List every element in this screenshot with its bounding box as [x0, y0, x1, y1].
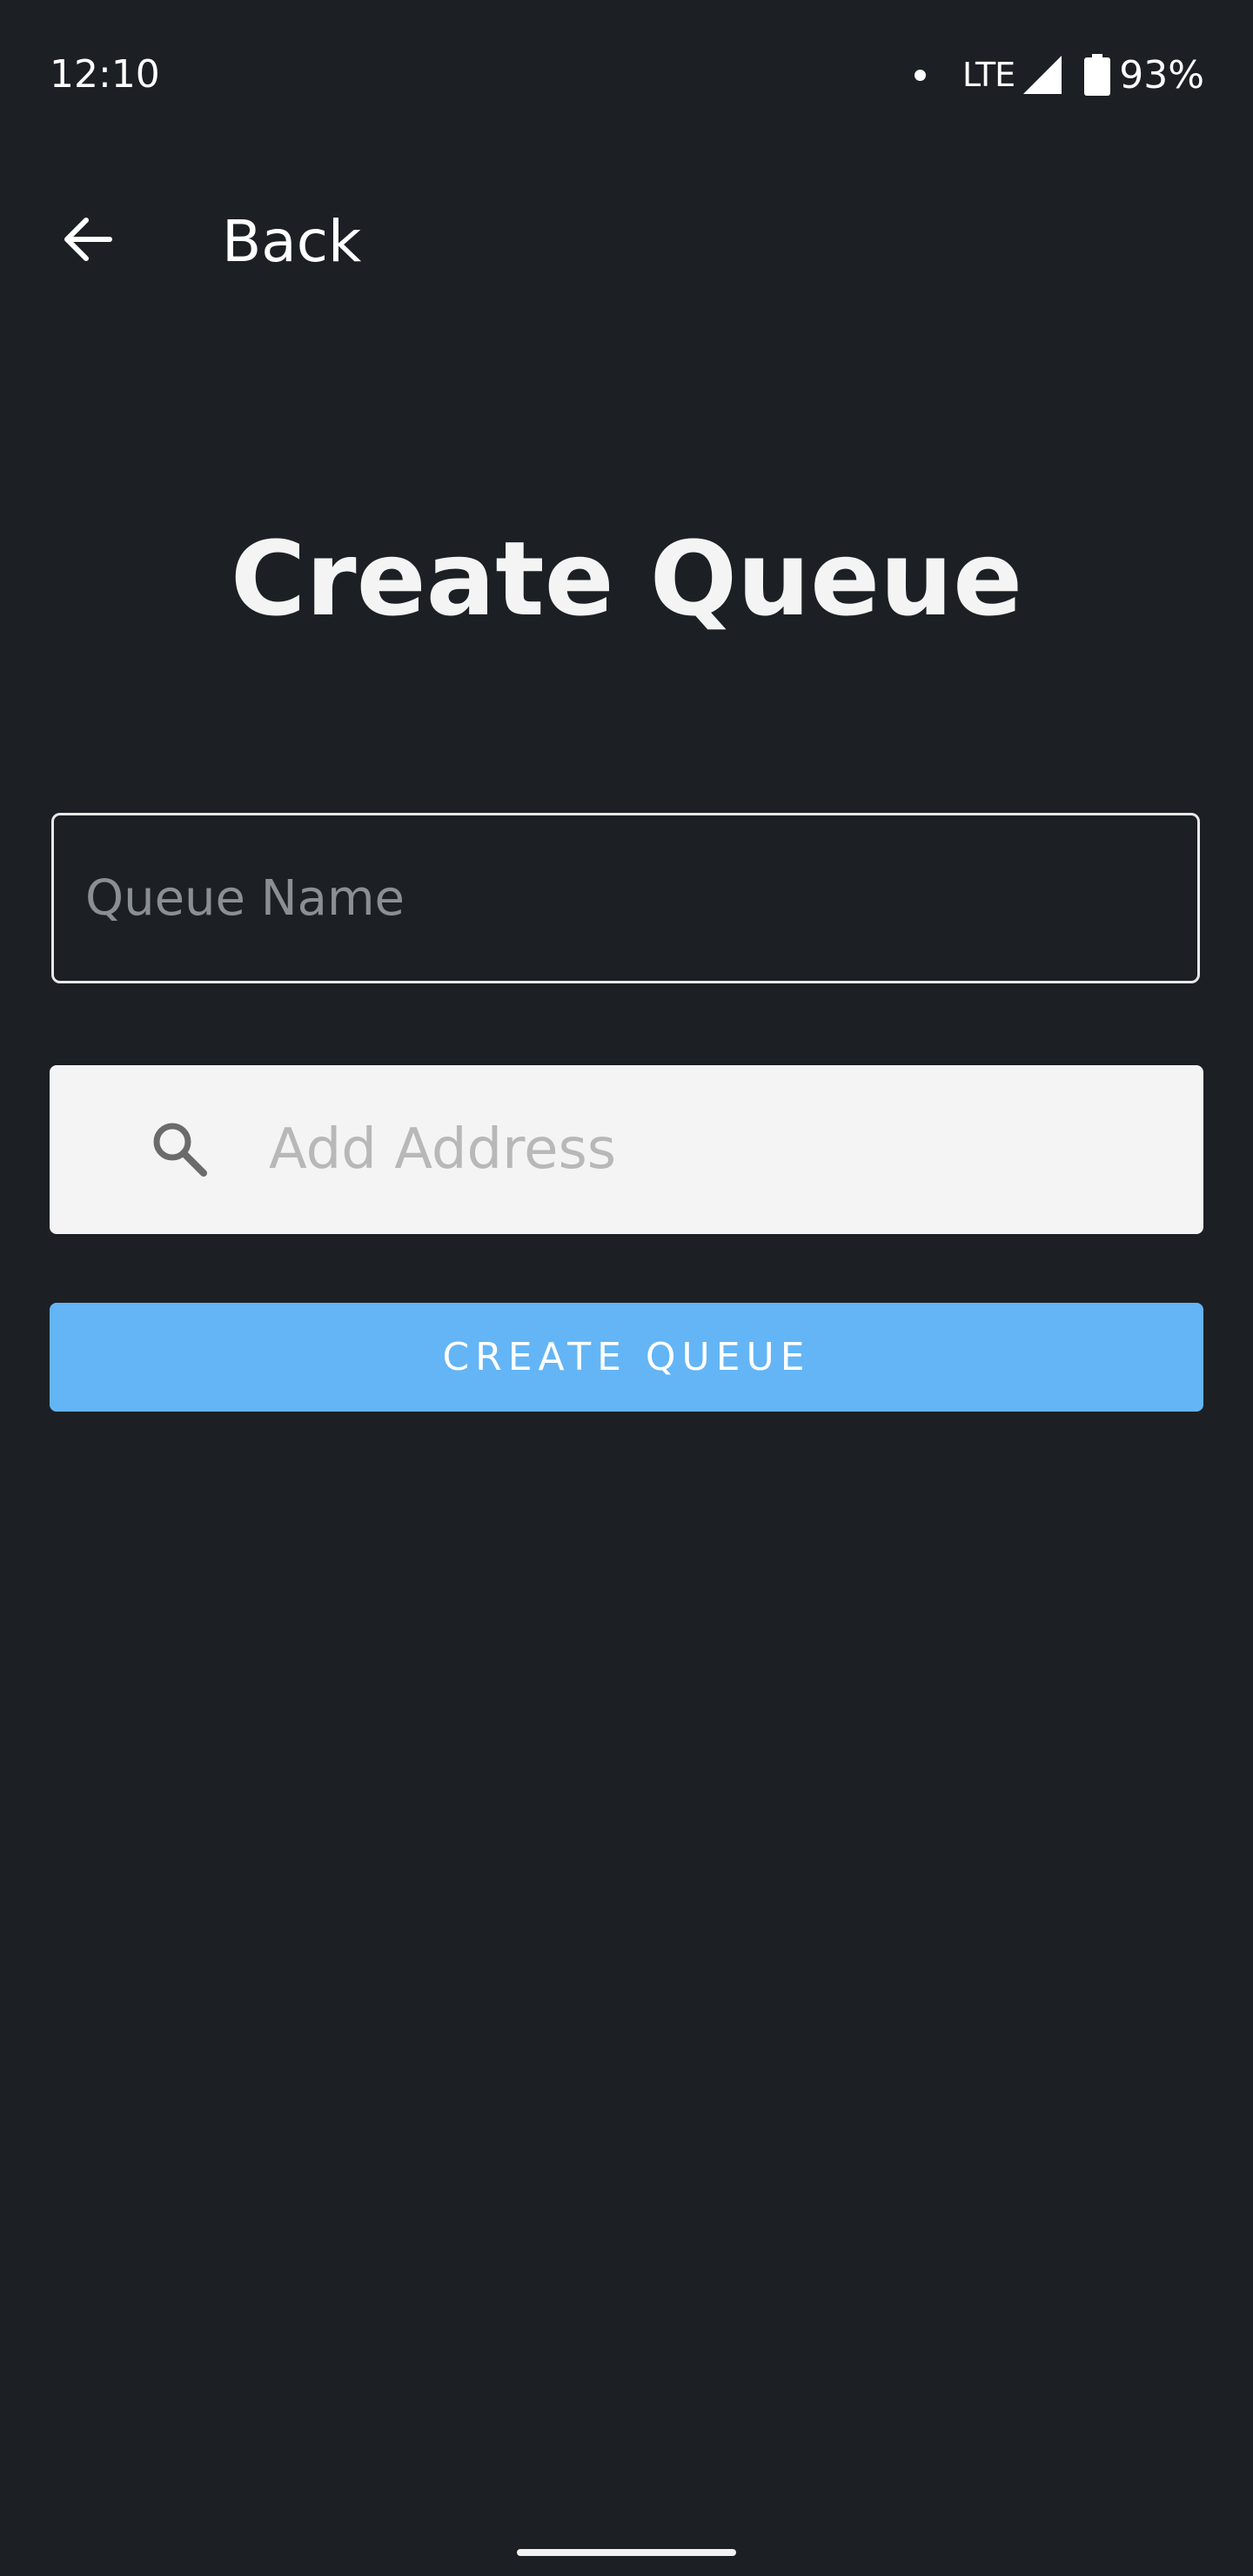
queue-name-input[interactable]	[85, 815, 1164, 981]
battery-icon	[1084, 54, 1111, 96]
battery-percent: 93%	[1119, 52, 1204, 97]
network-type: LTE	[962, 56, 1015, 94]
status-bar: 12:10 LTE 93%	[0, 0, 1253, 148]
page-title: Create Queue	[230, 519, 1023, 639]
back-label[interactable]: Back	[222, 207, 361, 277]
create-queue-button[interactable]: CREATE QUEUE	[50, 1303, 1203, 1412]
status-indicators: LTE 93%	[915, 50, 1204, 99]
top-app-bar: Back	[0, 174, 1253, 305]
add-address-field[interactable]	[50, 1065, 1203, 1234]
queue-name-field[interactable]	[51, 813, 1200, 983]
arrow-left-icon	[64, 218, 112, 261]
search-icon	[153, 1123, 207, 1177]
status-time: 12:10	[50, 52, 160, 97]
home-indicator[interactable]	[517, 2549, 736, 2556]
back-button[interactable]	[44, 196, 131, 283]
notification-dot-icon	[915, 69, 927, 81]
signal-icon	[1023, 56, 1062, 94]
add-address-input[interactable]	[269, 1065, 1174, 1234]
